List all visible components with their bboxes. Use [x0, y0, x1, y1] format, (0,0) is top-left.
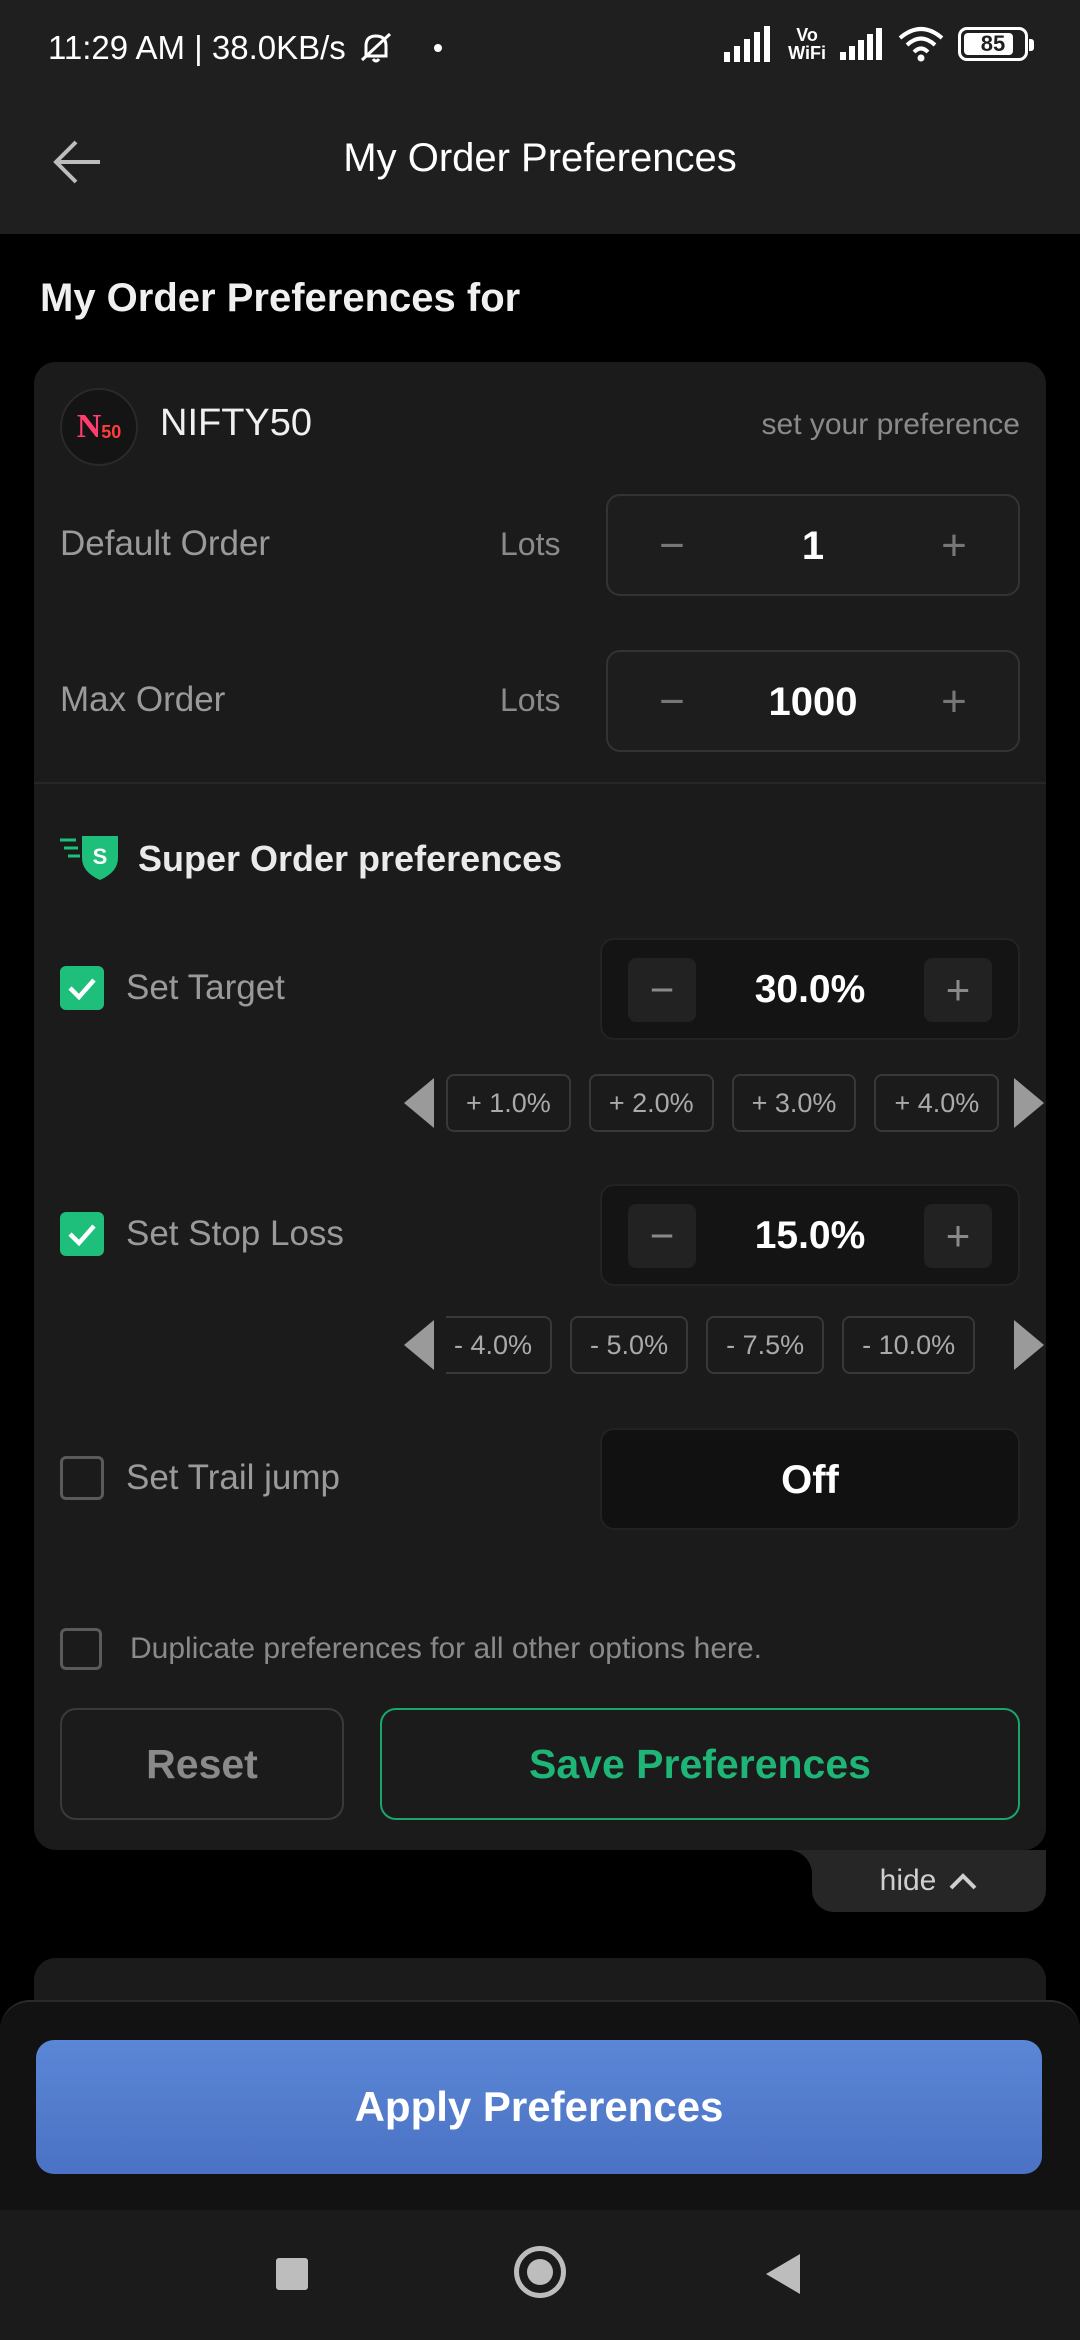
target-chip[interactable]: + 3.0%	[731, 1074, 857, 1132]
signal-icon	[724, 26, 771, 62]
duplicate-label: Duplicate preferences for all other opti…	[130, 1632, 763, 1665]
default-order-plus-button[interactable]: +	[924, 516, 984, 576]
recents-icon[interactable]	[276, 2258, 308, 2290]
section-title: My Order Preferences for	[40, 276, 521, 320]
stop-loss-chip[interactable]: - 4.0%	[446, 1316, 553, 1374]
reset-button[interactable]: Reset	[60, 1708, 344, 1820]
stop-loss-stepper: − 15.0% +	[600, 1184, 1020, 1286]
status-bar: 11:29 AM | 38.0KB/s Vo WiFi 85	[0, 0, 1080, 100]
checkmark-icon	[68, 978, 96, 1001]
target-chip[interactable]: + 2.0%	[588, 1074, 714, 1132]
stop-loss-chip[interactable]: - 10.0%	[842, 1316, 976, 1374]
target-plus-button[interactable]: +	[924, 958, 992, 1022]
set-target-label: Set Target	[126, 968, 285, 1007]
max-order-row: Max Order Lots − 1000 +	[60, 650, 1020, 752]
max-order-unit: Lots	[500, 682, 561, 718]
trail-jump-selector[interactable]: Off	[600, 1428, 1020, 1530]
set-trail-jump-row: Set Trail jump Off	[60, 1428, 1020, 1532]
default-order-label: Default Order	[60, 524, 271, 563]
system-nav-bar	[0, 2210, 1080, 2340]
super-order-badge-text: S	[93, 844, 108, 869]
target-chip[interactable]: + 4.0%	[874, 1074, 1000, 1132]
super-order-label: Super Order preferences	[138, 838, 563, 879]
chevron-up-icon	[949, 1873, 977, 1890]
vowifi-top-text: Vo	[796, 25, 818, 45]
set-stop-loss-label: Set Stop Loss	[126, 1214, 344, 1253]
trail-jump-value: Off	[781, 1458, 839, 1502]
hide-toggle[interactable]: hide	[788, 1850, 1046, 1912]
set-trail-jump-label: Set Trail jump	[126, 1458, 340, 1497]
status-left: 11:29 AM | 38.0KB/s	[48, 28, 442, 68]
default-order-unit: Lots	[500, 526, 561, 562]
super-order-shield-icon: S	[60, 836, 118, 880]
divider	[34, 782, 1046, 784]
set-trail-jump-checkbox[interactable]	[60, 1456, 104, 1500]
chevron-left-icon[interactable]	[404, 1320, 438, 1370]
set-target-checkbox[interactable]	[60, 966, 104, 1010]
vowifi-indicator: Vo WiFi	[788, 26, 826, 62]
instrument-name: NIFTY50	[160, 402, 313, 444]
stop-loss-chips-scroller[interactable]: - 4.0% - 5.0% - 7.5% - 10.0%	[446, 1310, 1002, 1380]
page-title: My Order Preferences	[343, 136, 737, 180]
default-order-stepper: − 1 +	[606, 494, 1020, 596]
app-bar: My Order Preferences	[0, 100, 1080, 234]
preferences-card: N 50 NIFTY50 set your preference Default…	[34, 362, 1046, 1850]
muted-bell-icon	[360, 32, 391, 63]
duplicate-checkbox[interactable]	[60, 1628, 102, 1670]
set-stop-loss-checkbox[interactable]	[60, 1212, 104, 1256]
instrument-row: N 50 NIFTY50 set your preference	[60, 388, 1020, 468]
stop-loss-chip[interactable]: - 7.5%	[706, 1316, 825, 1374]
set-target-row: Set Target − 30.0% +	[60, 938, 1020, 1042]
vowifi-bottom-text: WiFi	[788, 43, 826, 63]
logo-number: 50	[101, 421, 122, 442]
chevron-left-icon[interactable]	[404, 1078, 438, 1128]
max-order-plus-button[interactable]: +	[924, 672, 984, 732]
wifi-icon	[898, 27, 944, 62]
target-chips-scroller[interactable]: + 1.0% + 2.0% + 3.0% + 4.0%	[446, 1068, 1002, 1138]
max-order-label: Max Order	[60, 680, 226, 719]
chevron-right-icon[interactable]	[1010, 1320, 1044, 1370]
instrument-hint: set your preference	[761, 408, 1020, 441]
target-chip[interactable]: + 1.0%	[446, 1074, 571, 1132]
back-triangle-icon[interactable]	[766, 2254, 800, 2294]
apply-preferences-button[interactable]: Apply Preferences	[36, 2040, 1042, 2174]
nifty50-logo: N 50	[60, 388, 138, 466]
stop-loss-chip[interactable]: - 5.0%	[570, 1316, 689, 1374]
target-stepper: − 30.0% +	[600, 938, 1020, 1040]
home-icon[interactable]	[514, 2246, 566, 2298]
signal-2-icon	[840, 28, 882, 60]
notification-dot-icon	[433, 44, 442, 52]
save-preferences-button[interactable]: Save Preferences	[380, 1708, 1020, 1820]
target-chip-row: + 1.0% + 2.0% + 3.0% + 4.0%	[404, 1068, 1044, 1138]
chevron-right-icon[interactable]	[1010, 1078, 1044, 1128]
logo-letter: N	[76, 408, 102, 445]
battery-icon: 85	[958, 27, 1034, 61]
status-time-speed: 11:29 AM | 38.0KB/s	[48, 29, 346, 66]
bottom-sheet: Apply Preferences	[0, 2000, 1080, 2210]
set-stop-loss-row: Set Stop Loss − 15.0% +	[60, 1184, 1020, 1288]
hide-label: hide	[879, 1864, 937, 1897]
default-order-row: Default Order Lots − 1 +	[60, 494, 1020, 596]
checkmark-icon	[68, 1224, 96, 1247]
max-order-stepper: − 1000 +	[606, 650, 1020, 752]
battery-level-text: 85	[980, 31, 1006, 56]
stop-loss-chip-row: - 4.0% - 5.0% - 7.5% - 10.0%	[404, 1310, 1044, 1380]
stop-loss-plus-button[interactable]: +	[924, 1204, 992, 1268]
status-right: Vo WiFi 85	[724, 26, 1034, 62]
